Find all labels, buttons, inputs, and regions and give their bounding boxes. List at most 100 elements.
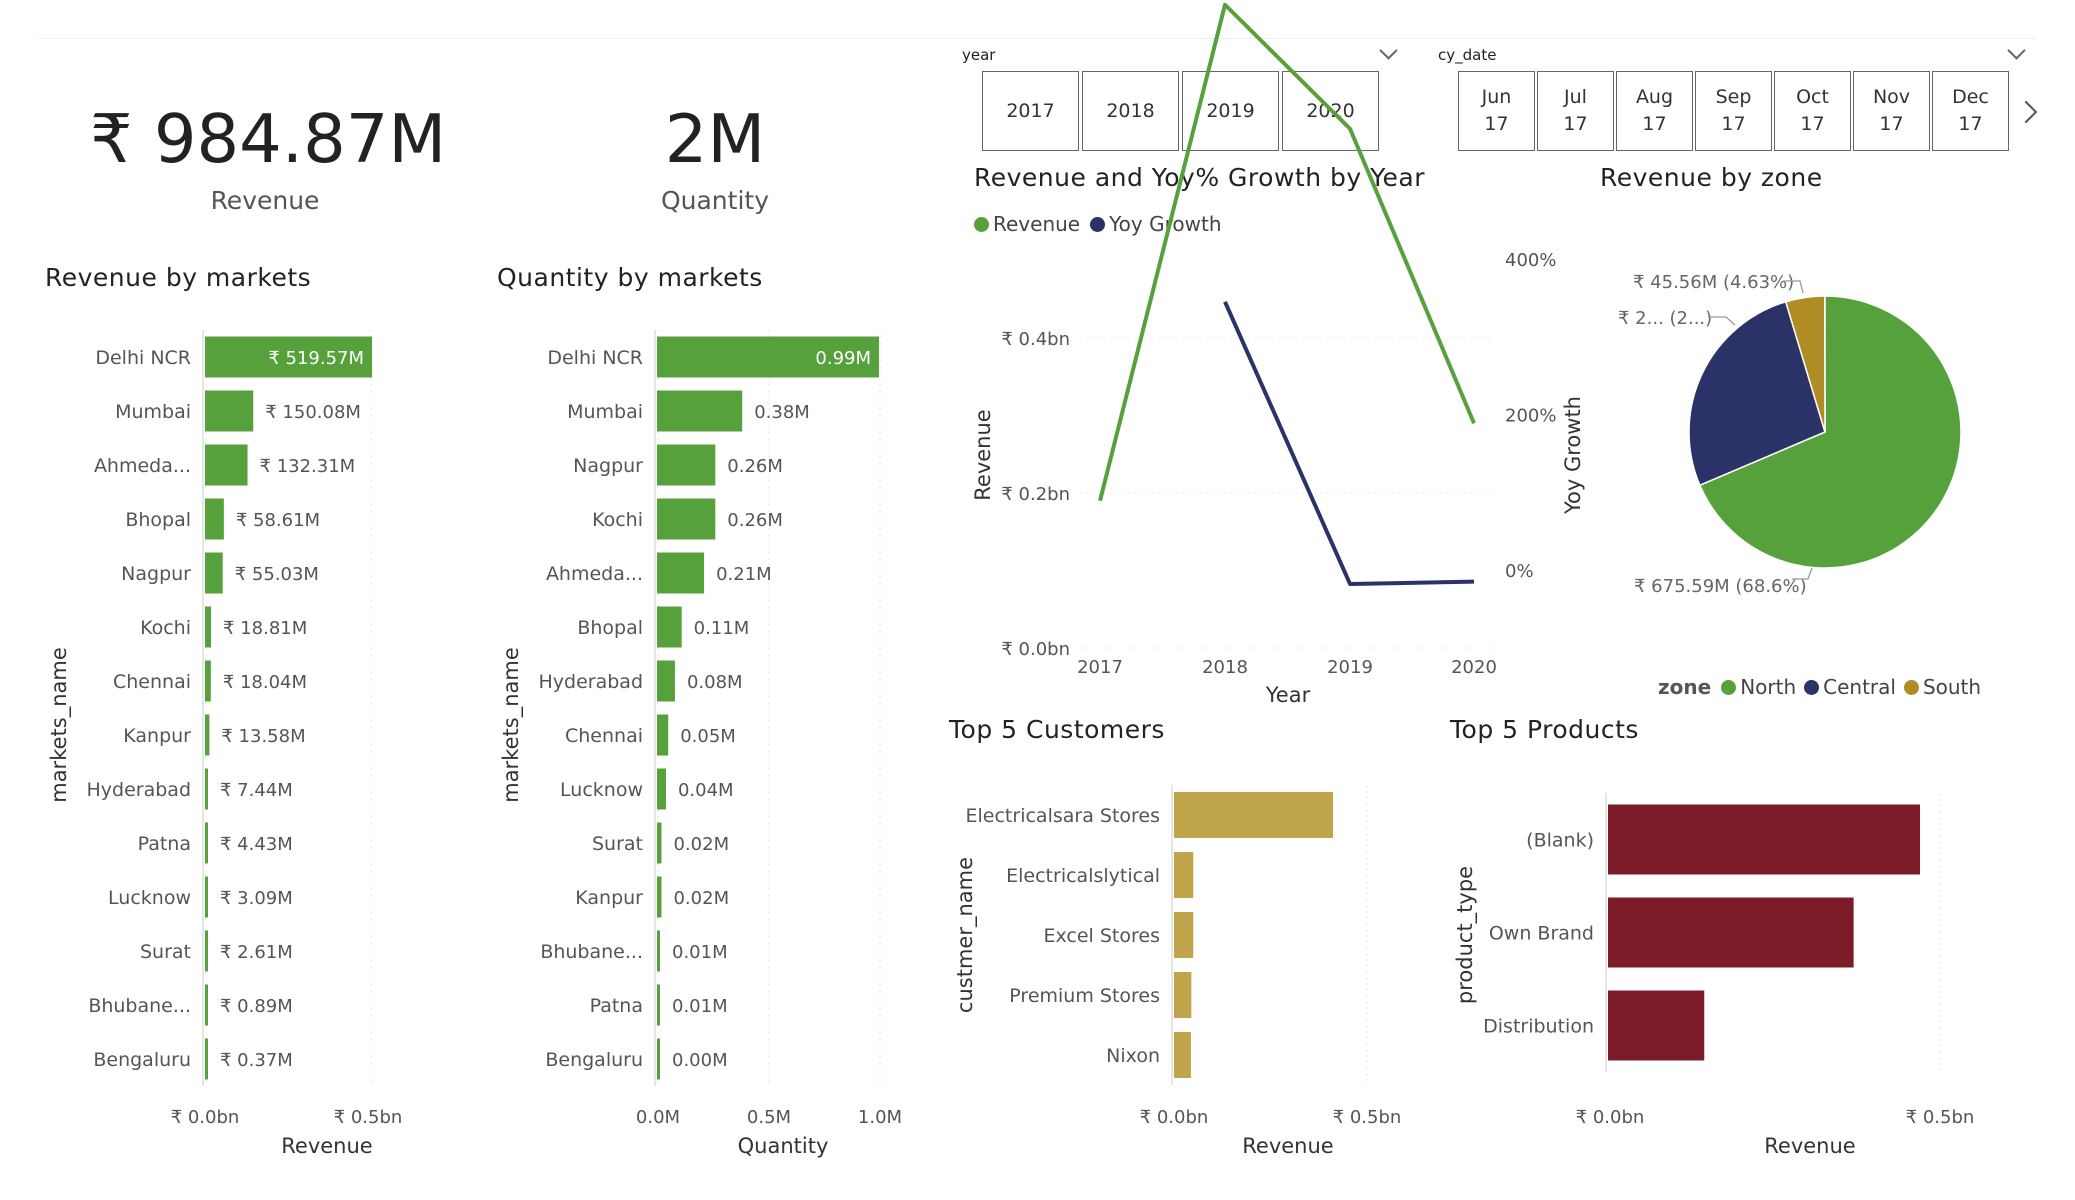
revenue-markets-category-label: Chennai [113, 671, 191, 693]
revenue-markets-bar [205, 984, 208, 1026]
revenue-markets-bar [205, 876, 208, 918]
quantity-markets-data-label: 0.38M [754, 402, 810, 423]
quantity-markets-bar [657, 876, 662, 918]
pie-label-central: ₹ 2... (2...) [1618, 308, 1712, 329]
top-customers-bar [1174, 1032, 1191, 1078]
quantity-markets-data-label: 0.04M [678, 780, 734, 801]
quantity-markets-data-label: 0.01M [672, 996, 728, 1017]
quantity-markets-data-label: 0.00M [672, 1050, 728, 1071]
top-customers-y-axis-label: custmer_name [953, 857, 978, 1013]
top-customers-bar [1174, 912, 1194, 958]
quantity-markets-data-label: 0.01M [672, 942, 728, 963]
quantity-markets-category-label: Kanpur [575, 887, 643, 909]
top-customers-bar [1174, 852, 1194, 898]
quantity-markets-category-label: Hyderabad [539, 671, 644, 693]
revenue-markets-category-label: Surat [140, 941, 191, 963]
quantity-markets-tick-label: 0.0M [636, 1107, 680, 1128]
top-customers-bar [1174, 972, 1192, 1018]
revenue-markets-bar [205, 552, 223, 594]
top-customers-x-axis-label: Revenue [1242, 1134, 1333, 1158]
quantity-markets-bar [657, 606, 682, 648]
revenue-markets-category-label: Bengaluru [93, 1049, 191, 1071]
revenue-markets-bar [205, 1038, 208, 1080]
yoy-left-tick-label: ₹ 0.0bn [1001, 639, 1070, 660]
top-customers-tick-label: ₹ 0.5bn [1333, 1107, 1402, 1128]
pie-label-north: ₹ 675.59M (68.6%) [1634, 576, 1807, 597]
quantity-markets-category-label: Lucknow [560, 779, 643, 801]
revenue-series-line [1098, 2, 1476, 502]
revenue-markets-data-label: ₹ 519.57M [268, 348, 364, 369]
yoy-x-tick-label: 2020 [1451, 657, 1497, 678]
revenue-markets-category-label: Nagpur [121, 563, 191, 585]
revenue-markets-data-label: ₹ 0.37M [220, 1050, 293, 1071]
quantity-markets-x-axis-label: Quantity [738, 1134, 829, 1158]
quantity-markets-category-label: Patna [590, 995, 643, 1017]
top-products-bar [1608, 804, 1920, 875]
revenue-markets-data-label: ₹ 18.81M [223, 618, 307, 639]
quantity-markets-data-label: 0.08M [687, 672, 743, 693]
revenue-markets-data-label: ₹ 7.44M [220, 780, 293, 801]
revenue-markets-category-label: Delhi NCR [95, 347, 191, 369]
top-products-tick-label: ₹ 0.0bn [1576, 1107, 1645, 1128]
yoy-x-tick-label: 2019 [1327, 657, 1373, 678]
quantity-markets-bar [657, 714, 669, 756]
top-products-category-label: (Blank) [1526, 830, 1594, 852]
quantity-markets-category-label: Nagpur [573, 455, 643, 477]
top-customers-bar [1174, 792, 1333, 838]
quantity-markets-tick-label: 1.0M [858, 1107, 902, 1128]
yoy-x-axis-label: Year [1265, 683, 1311, 707]
revenue-markets-category-label: Hyderabad [87, 779, 192, 801]
quantity-markets-bar [657, 822, 662, 864]
revenue-markets-bar [205, 660, 211, 702]
revenue-markets-data-label: ₹ 0.89M [220, 996, 293, 1017]
quantity-markets-category-label: Chennai [565, 725, 643, 747]
revenue-markets-data-label: ₹ 2.61M [220, 942, 293, 963]
top-products-category-label: Distribution [1483, 1016, 1594, 1038]
revenue-markets-category-label: Mumbai [115, 401, 191, 423]
charts-canvas: Delhi NCR ₹ 519.57M Mumbai ₹ 150.08M Ahmeda.… [47, 2, 1975, 1158]
quantity-markets-bar [657, 660, 675, 702]
yoy-x-tick-label: 2018 [1202, 657, 1248, 678]
quantity-markets-data-label: 0.02M [673, 888, 729, 909]
quantity-markets-data-label: 0.05M [680, 726, 736, 747]
quantity-markets-category-label: Surat [592, 833, 643, 855]
top-customers-category-label: Premium Stores [1009, 985, 1160, 1007]
revenue-markets-data-label: ₹ 55.03M [235, 564, 319, 585]
revenue-markets-data-label: ₹ 150.08M [265, 402, 361, 423]
yoy-y-right-label: Yoy Growth [1561, 396, 1585, 515]
revenue-markets-bar [205, 822, 208, 864]
yoy-x-tick-label: 2017 [1077, 657, 1123, 678]
revenue-markets-data-label: ₹ 58.61M [236, 510, 320, 531]
revenue-markets-bar [205, 930, 208, 972]
revenue-markets-bar [205, 768, 208, 810]
revenue-markets-category-label: Patna [138, 833, 191, 855]
quantity-markets-tick-label: 0.5M [747, 1107, 791, 1128]
revenue-markets-tick-label: ₹ 0.5bn [334, 1107, 403, 1128]
top-products-bar [1608, 897, 1854, 968]
quantity-markets-category-label: Ahmeda... [546, 563, 643, 585]
quantity-markets-category-label: Kochi [592, 509, 643, 531]
pie-label-south: ₹ 45.56M (4.63%) [1633, 272, 1794, 293]
quantity-markets-category-label: Delhi NCR [547, 347, 643, 369]
top-customers-category-label: Excel Stores [1044, 925, 1161, 947]
quantity-markets-bar [657, 390, 743, 432]
quantity-markets-data-label: 0.02M [673, 834, 729, 855]
quantity-markets-category-label: Bengaluru [545, 1049, 643, 1071]
revenue-markets-bar [205, 390, 254, 432]
top-products-x-axis-label: Revenue [1764, 1134, 1855, 1158]
quantity-markets-category-label: Bhubane... [540, 941, 643, 963]
yoy-right-tick-label: 0% [1505, 561, 1534, 582]
yoy-right-tick-label: 200% [1505, 406, 1556, 427]
top-customers-category-label: Electricalsara Stores [966, 805, 1160, 827]
top-products-tick-label: ₹ 0.5bn [1906, 1107, 1975, 1128]
yoy-left-tick-label: ₹ 0.4bn [1001, 329, 1070, 350]
revenue-markets-data-label: ₹ 3.09M [220, 888, 293, 909]
revenue-markets-category-label: Kanpur [123, 725, 191, 747]
revenue-markets-category-label: Bhubane... [88, 995, 191, 1017]
quantity-markets-bar [657, 768, 666, 810]
quantity-markets-bar [657, 984, 660, 1026]
revenue-markets-category-label: Ahmeda... [94, 455, 191, 477]
quantity-markets-data-label: 0.99M [815, 348, 871, 369]
quantity-markets-category-label: Mumbai [567, 401, 643, 423]
revenue-markets-category-label: Lucknow [108, 887, 191, 909]
